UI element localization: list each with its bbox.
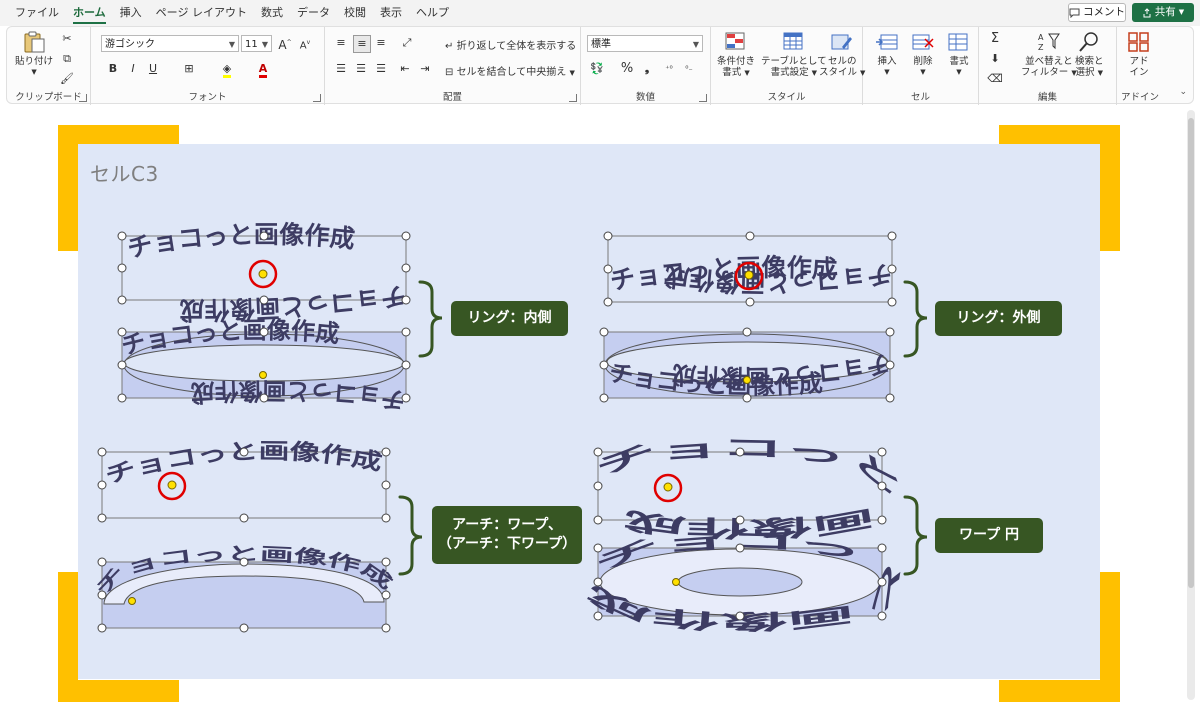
warp-circle-shape[interactable]: チョコっと画像作成 (592, 435, 909, 541)
brace-1 (418, 280, 443, 358)
shape-examples: チョコっと画像作成 チョコっと画像作成 チョコっと画像作成 チョコっと画像作成 … (91, 220, 928, 634)
scrollbar-thumb[interactable] (1188, 118, 1194, 588)
brace-3 (398, 495, 423, 576)
ring-inside-text-top: チョコっと画像作成 (125, 220, 357, 264)
svg-text:チョコっと画像作成: チョコっと画像作成 (125, 220, 357, 264)
ring-inside-filled-shape[interactable]: チョコっと画像作成 チョコっと画像作成 (117, 316, 411, 415)
warp-circle-text: チョコっと画像作成 (592, 435, 909, 541)
arch-warp-filled-shape[interactable]: チョコっと画像作成 (91, 544, 397, 633)
callout-ring-outside: リング：外側 (935, 301, 1062, 336)
arch-warp-text: チョコっと画像作成 (103, 439, 384, 490)
warp-circle-filled-shape[interactable]: チョコっと画像作成 (583, 528, 907, 633)
callout-arch-warp-line2: （アーチ：下ワープ） (437, 536, 577, 552)
ring-outside-shape[interactable]: チョコっと画像作成 チョコっと画像作成 (603, 231, 897, 307)
brace-2 (903, 280, 928, 358)
svg-text:チョコっと画像作成: チョコっと画像作成 (592, 435, 909, 541)
brace-4 (903, 495, 928, 576)
callout-warp-circle: ワープ 円 (935, 518, 1043, 553)
ring-outside-filled-shape[interactable]: チョコっと画像作成 チョコっと画像作成 (599, 327, 895, 403)
svg-text:チョコっと画像作成: チョコっと画像作成 (103, 439, 384, 490)
callout-arch-warp-line1: アーチ：ワープ、 (452, 517, 562, 533)
arch-warp-shape[interactable]: チョコっと画像作成 (97, 439, 391, 523)
callout-arch-warp: アーチ：ワープ、 （アーチ：下ワープ） (432, 506, 582, 564)
callout-ring-inside: リング：内側 (451, 301, 568, 336)
ring-inside-shape[interactable]: チョコっと画像作成 チョコっと画像作成 (117, 220, 411, 325)
